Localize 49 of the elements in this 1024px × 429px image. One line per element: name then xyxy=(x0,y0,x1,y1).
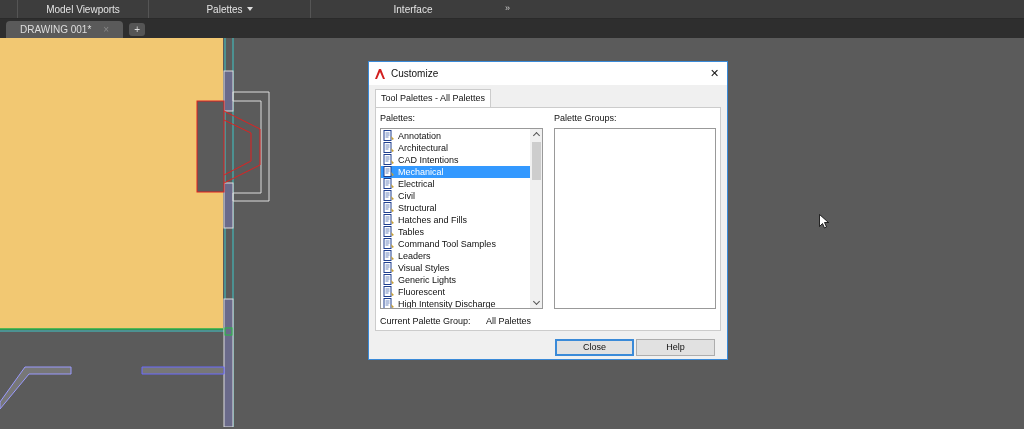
palette-icon xyxy=(383,202,395,213)
palette-list-item[interactable]: Command Tool Samples xyxy=(381,237,530,250)
dialog-button[interactable]: Help xyxy=(636,339,715,356)
palette-groups-label: Palette Groups: xyxy=(554,112,618,125)
palette-icon xyxy=(383,298,395,308)
ribbon-panel-title[interactable]: Palettes xyxy=(148,0,310,18)
scroll-thumb[interactable] xyxy=(531,141,541,180)
new-tab-button[interactable]: + xyxy=(129,23,146,36)
palette-list-item[interactable]: Visual Styles xyxy=(381,261,530,274)
palette-list-item[interactable]: CAD Intentions xyxy=(381,153,530,166)
palettes-label: Palettes: xyxy=(380,112,417,125)
close-button[interactable]: ✕ xyxy=(710,65,719,82)
palette-icon xyxy=(383,250,395,261)
palette-icon xyxy=(383,166,395,177)
palette-list-item[interactable]: Tables xyxy=(381,225,530,238)
caret-icon xyxy=(246,7,253,11)
scrollbar[interactable] xyxy=(530,128,542,308)
dialog-tab[interactable]: Tool Palettes - All Palettes xyxy=(375,89,492,107)
palette-list-item[interactable]: Generic Lights xyxy=(381,273,530,286)
app-logo-icon xyxy=(375,68,385,79)
palette-icon xyxy=(383,214,395,225)
palette-icon xyxy=(383,274,395,285)
palette-icon xyxy=(383,190,395,201)
palette-icon xyxy=(383,178,395,189)
palette-list-item[interactable]: Civil xyxy=(381,189,530,202)
palette-list-item[interactable]: Hatches and Fills xyxy=(381,213,530,226)
palette-icon xyxy=(383,142,395,153)
palette-icon xyxy=(383,226,395,237)
palette-list-item[interactable]: Fluorescent xyxy=(381,285,530,298)
ribbon-panel-title[interactable]: Model Viewports xyxy=(17,0,148,18)
current-group-label: Current Palette Group: xyxy=(380,314,472,328)
palette-list-item[interactable]: Architectural xyxy=(381,141,530,154)
palette-list-item[interactable]: Electrical xyxy=(381,177,530,190)
palette-groups-tree[interactable] xyxy=(554,127,716,309)
palette-icon xyxy=(383,154,395,165)
palette-list-item[interactable]: Annotation xyxy=(381,129,530,142)
dialog-title: Customize xyxy=(391,67,440,81)
file-tab[interactable]: DRAWING 001* × xyxy=(6,21,124,38)
expand-button[interactable]: » xyxy=(505,2,510,16)
palette-icon xyxy=(383,130,395,141)
mouse-pointer-icon xyxy=(819,214,829,229)
current-group-value: All Palettes xyxy=(486,314,532,328)
dialog-button[interactable]: Close xyxy=(555,339,634,356)
palette-icon xyxy=(383,262,395,273)
palette-icon xyxy=(383,286,395,297)
palette-list-item[interactable]: Leaders xyxy=(381,249,530,262)
palette-list-item[interactable]: High Intensity Discharge xyxy=(381,297,530,308)
palette-icon xyxy=(383,238,395,249)
palette-list-item[interactable]: Structural xyxy=(381,201,530,214)
